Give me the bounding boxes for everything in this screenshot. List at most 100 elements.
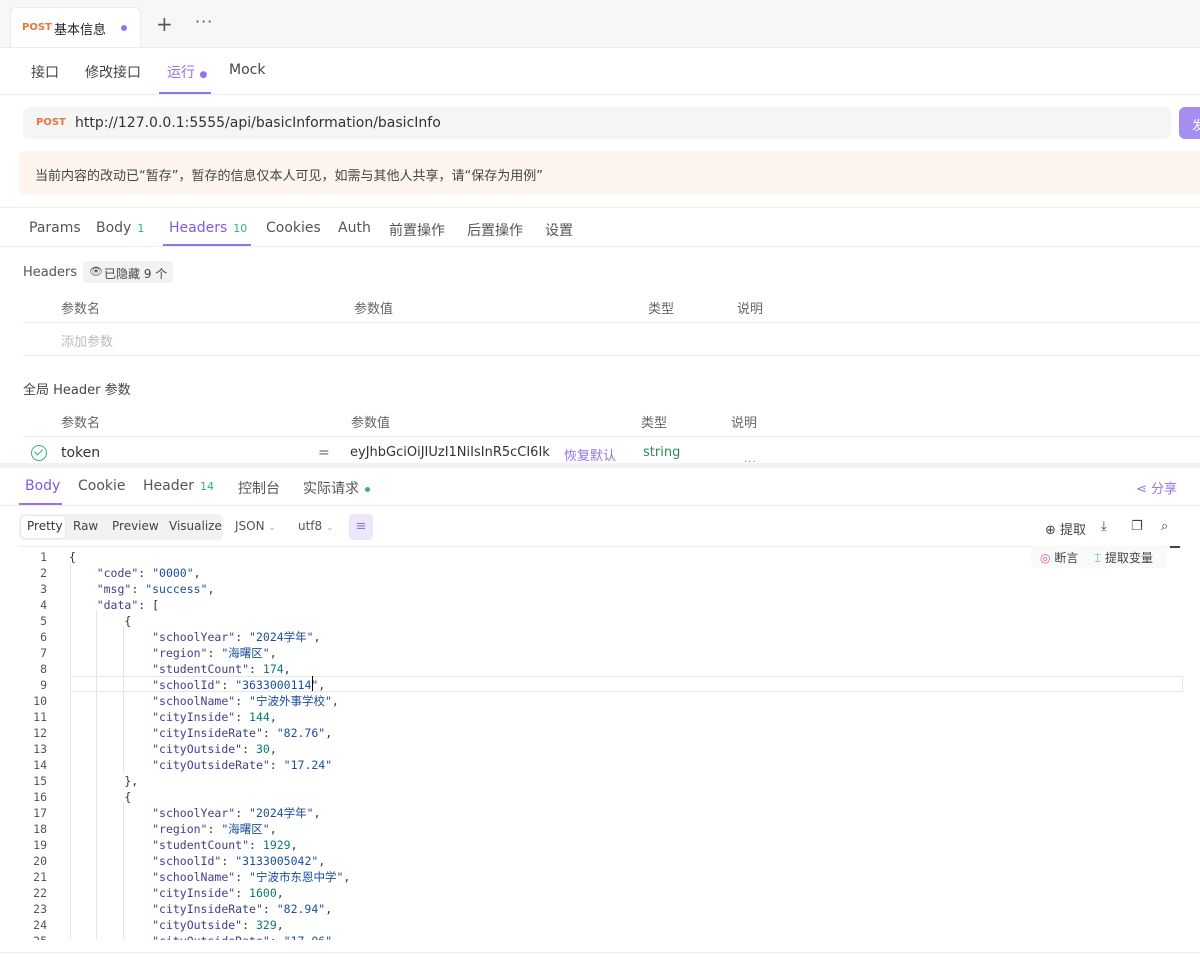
more-ellipsis-icon[interactable]: ··· — [195, 12, 213, 31]
tab-headers[interactable]: Headers 10 — [169, 220, 247, 236]
editor-action-bar: ◎ 断言 ⌶ 提取变量 — [1031, 546, 1167, 568]
code-line: 11 "cityInside": 144, — [19, 709, 1182, 725]
code-line: 15 }, — [19, 773, 1182, 789]
tab-post-ops-label: 后置操作 — [467, 223, 523, 239]
nav-edit-interface[interactable]: 修改接口 — [85, 62, 141, 82]
code-line: 12 "cityInsideRate": "82.76", — [19, 725, 1182, 741]
nav-divider — [0, 94, 1200, 95]
code-text: "studentCount": 174, — [152, 662, 291, 676]
copy-icon[interactable]: ❐ — [1131, 519, 1143, 534]
encoding-select[interactable]: utf8 ⌄ — [298, 519, 334, 533]
code-text: { — [69, 790, 132, 804]
editor-scrollbar[interactable] — [1169, 546, 1181, 939]
resp-tab-console[interactable]: 控制台 — [238, 478, 280, 498]
resp-tab-divider — [0, 505, 1200, 506]
code-text: "schoolId": "3133005042", — [152, 854, 326, 868]
chevron-down-icon: ⌄ — [268, 523, 276, 533]
new-tab-plus-icon[interactable]: + — [156, 14, 173, 34]
code-text: { — [69, 614, 132, 628]
col-param-name: 参数名 — [61, 302, 101, 317]
code-line: 3 "msg": "success", — [19, 581, 1182, 597]
line-number: 7 — [40, 646, 47, 660]
code-line: 7 "region": "海曙区", — [19, 645, 1182, 661]
scrollbar-thumb[interactable] — [1170, 546, 1180, 548]
tab-body[interactable]: Body 1 — [96, 220, 144, 236]
headers-section-label: Headers — [23, 265, 78, 280]
code-text: "data": [ — [96, 598, 160, 612]
code-line: 20 "schoolId": "3133005042", — [19, 853, 1182, 869]
resp-tab-body[interactable]: Body — [25, 478, 60, 494]
url-bar[interactable]: POST http://127.0.0.1:5555/api/basicInfo… — [23, 107, 1171, 139]
word-wrap-icon[interactable]: ≡ — [349, 514, 373, 540]
extract-variable-button[interactable]: ⌶ 提取变量 — [1094, 549, 1153, 566]
search-icon[interactable]: ⌕ — [1161, 519, 1168, 534]
resp-tab-header-label: Header — [143, 478, 194, 494]
global-col-type: 类型 — [641, 416, 668, 431]
tab-pre-ops[interactable]: 前置操作 — [389, 220, 445, 240]
resp-tab-cookie[interactable]: Cookie — [78, 478, 126, 494]
tab-settings[interactable]: 设置 — [545, 220, 573, 240]
token-param-value[interactable]: eyJhbGciOiJIUzI1NiIsInR5cCI6Ik — [350, 445, 550, 460]
code-line: 23 "cityInsideRate": "82.94", — [19, 901, 1182, 917]
nav-run[interactable]: 运行 ● — [167, 62, 207, 82]
table-divider — [23, 322, 1200, 323]
resp-tab-actual-request[interactable]: 实际请求 — [303, 478, 370, 498]
line-number: 24 — [33, 918, 47, 932]
assert-label: 断言 — [1054, 551, 1079, 565]
nav-mock[interactable]: Mock — [229, 62, 265, 78]
line-number: 14 — [33, 758, 47, 772]
url-input[interactable]: http://127.0.0.1:5555/api/basicInformati… — [75, 115, 441, 131]
eye-icon: 👁 — [89, 265, 103, 278]
code-text: "msg": "success", — [96, 582, 215, 596]
extract-variable-icon: ⌶ — [1094, 551, 1102, 565]
response-code-editor[interactable]: 1{2 "code": "0000", 3 "msg": "success", 4 … — [19, 546, 1182, 940]
resp-tab-header[interactable]: Header 14 — [143, 478, 214, 494]
code-line: 24 "cityOutside": 329, — [19, 917, 1182, 933]
assert-button[interactable]: ◎ 断言 — [1040, 549, 1078, 566]
add-param-input[interactable]: 添加参数 — [61, 331, 113, 350]
code-text: "schoolName": "宁波市东恩中学", — [152, 870, 351, 884]
format-preview[interactable]: Preview — [112, 519, 159, 533]
hidden-headers-chip[interactable]: 👁 已隐藏 9 个 — [83, 261, 173, 283]
line-number: 15 — [33, 774, 47, 788]
code-line: 14 "cityOutsideRate": "17.24" — [19, 757, 1182, 773]
share-button[interactable]: ⋖ 分享 — [1136, 478, 1177, 497]
format-visualize[interactable]: Visualize — [169, 519, 222, 533]
format-raw[interactable]: Raw — [73, 519, 98, 533]
tab-params[interactable]: Params — [29, 220, 81, 236]
restore-default-link[interactable]: 恢复默认 — [564, 445, 616, 464]
extract-button[interactable]: ⊕ 提取 — [1045, 519, 1086, 538]
indent-guide — [96, 610, 97, 939]
nav-interface[interactable]: 接口 — [31, 62, 59, 82]
send-button[interactable]: 发 — [1179, 107, 1200, 139]
enabled-check-icon[interactable] — [31, 445, 47, 461]
document-tab-strip — [0, 0, 1200, 48]
line-number: 5 — [40, 614, 47, 628]
request-method[interactable]: POST — [36, 117, 66, 128]
code-text: "schoolName": "宁波外事学校", — [152, 694, 339, 708]
document-tab[interactable]: POST 基本信息 — [10, 7, 141, 47]
tab-post-ops[interactable]: 后置操作 — [467, 220, 523, 240]
tab-headers-badge: 10 — [233, 222, 248, 235]
tab-headers-label: Headers — [169, 220, 228, 236]
language-select[interactable]: JSON ⌄ — [235, 519, 276, 533]
line-number: 1 — [40, 550, 47, 564]
draft-notice: 当前内容的改动已“暂存”，暂存的信息仅本人可见，如需与其他人共享，请“保存为用例… — [19, 151, 1200, 195]
extract-variable-label: 提取变量 — [1105, 551, 1154, 565]
code-line: 22 "cityInside": 1600, — [19, 885, 1182, 901]
code-text: "cityOutsideRate": "17.06" — [69, 933, 332, 940]
code-line: 13 "cityOutside": 30, — [19, 741, 1182, 757]
table-divider — [23, 355, 1200, 356]
code-line: 16 { — [19, 789, 1182, 805]
tab-cookies[interactable]: Cookies — [266, 220, 321, 236]
format-pretty[interactable]: Pretty — [21, 516, 65, 538]
line-number: 25 — [19, 933, 47, 940]
download-icon[interactable]: ⤓ — [1101, 519, 1107, 534]
tab-auth[interactable]: Auth — [338, 220, 371, 236]
code-text: "cityOutside": 329, — [152, 918, 284, 932]
global-header-label: 全局 Header 参数 — [23, 383, 131, 398]
nav-run-dot-icon: ● — [199, 70, 208, 80]
code-text: "schoolYear": "2024学年", — [152, 630, 321, 644]
bottom-divider — [0, 952, 1200, 953]
resp-tab-header-badge: 14 — [199, 480, 214, 493]
